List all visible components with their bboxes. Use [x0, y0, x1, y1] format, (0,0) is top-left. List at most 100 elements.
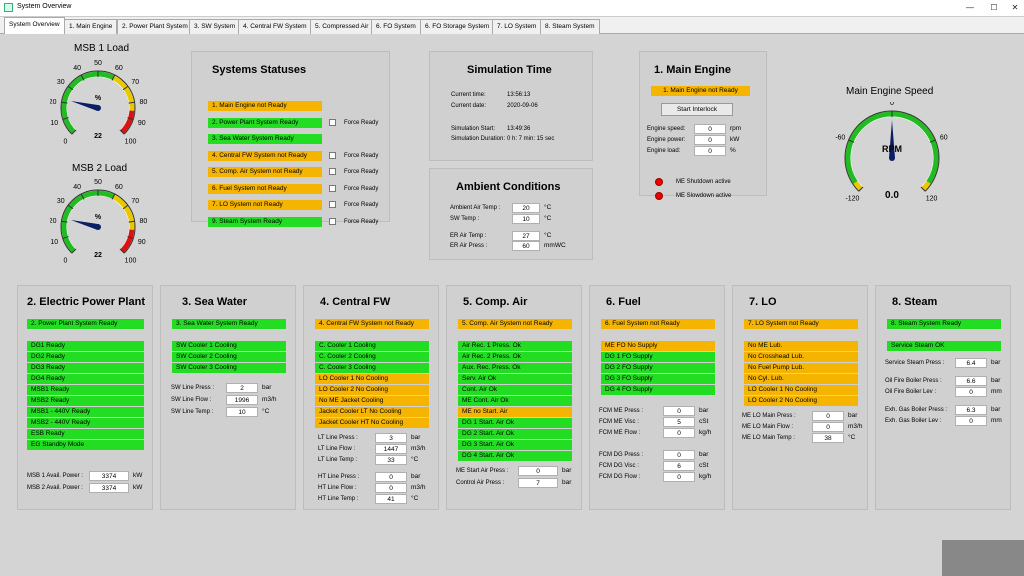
tab-lo-system[interactable]: 7. LO System — [492, 19, 542, 34]
gauge-value: 22 — [94, 252, 102, 259]
lo-main-row-value: 0 — [812, 422, 844, 432]
tab-system-overview[interactable]: System Overview — [4, 17, 65, 34]
ambient-row-value: 60 — [512, 241, 540, 251]
status-item: 4. Central FW System not Ready — [208, 150, 322, 161]
fuel-panel: 6. Fuel 6. Fuel System not Ready ME FO No… — [589, 285, 725, 510]
ambient-row-label: Ambient Air Temp : — [450, 205, 501, 211]
tab-sw-system[interactable]: 3. SW System — [189, 19, 241, 34]
ht-line-row-value: 41 — [375, 494, 407, 504]
gauge-tick-label: 30 — [57, 198, 65, 205]
power-plant-item: DG1 Ready — [27, 341, 144, 351]
tab-fo-system[interactable]: 6. FO System — [371, 19, 421, 34]
engine-row-value: 0 — [694, 124, 726, 134]
ht-line-row-label: HT Line Press : — [318, 474, 360, 480]
force-ready-label: Force Ready — [344, 202, 379, 208]
me-speed-title: Main Engine Speed — [846, 86, 934, 97]
status-item: 5. Comp. Air System not Ready — [208, 167, 322, 177]
power-plant-item: EG Standby Mode — [27, 440, 144, 450]
fuel-item: DG 3 FO Supply — [601, 374, 715, 384]
simulation-start-label: Simulation Start: — [451, 126, 496, 132]
fcm-me-row-unit: bar — [699, 407, 709, 414]
tab-compressed-air[interactable]: 5. Compressed Air — [310, 19, 374, 34]
minimize-button[interactable]: — — [962, 1, 978, 15]
gauge-tick-label: 120 — [926, 196, 938, 203]
me-speed-gauge: -120 -60 0 60 120 RPM 0.0 — [835, 102, 948, 203]
service-steam-row-label: Service Steam Press : — [885, 360, 945, 366]
gauge-unit: RPM — [882, 144, 902, 154]
fcm-me-row-value: 5 — [663, 417, 695, 427]
corner-overlay — [942, 540, 1024, 576]
ambient-row-unit: mmWC — [544, 242, 566, 249]
gauge-tick-label: 40 — [73, 65, 81, 72]
force-ready-checkbox[interactable] — [329, 118, 336, 126]
force-ready-checkbox[interactable] — [329, 217, 336, 225]
ambient-row-value: 20 — [512, 203, 540, 213]
force-ready-checkbox[interactable] — [329, 184, 336, 192]
tab-bar: System Overview 1. Main Engine 2. Power … — [0, 17, 1024, 34]
central-fw-panel: 4. Central FW 4. Central FW System not R… — [303, 285, 439, 510]
force-ready-checkbox[interactable] — [329, 151, 336, 159]
engine-row-unit: rpm — [730, 125, 742, 132]
tab-steam-system[interactable]: 8. Steam System — [540, 19, 600, 34]
lo-item: LO Cooler 2 No Cooling — [744, 396, 858, 406]
steam-title: 8. Steam — [892, 296, 938, 308]
comp-air-item: Aux. Rec. Press. Ok — [458, 363, 572, 373]
ht-line-row-label: HT Line Temp : — [318, 496, 359, 502]
gauge-tick-label: 40 — [73, 184, 81, 191]
comp-air-item: DG 3 Start. Air Ok — [458, 440, 572, 450]
start-interlock-button[interactable]: Start Interlock — [661, 103, 733, 116]
gauge-outline — [60, 70, 136, 135]
comp-air-item: DG 1 Start. Air Ok — [458, 418, 572, 428]
gauge-band — [120, 229, 135, 253]
current-date-value: 2020-09-06 — [507, 103, 538, 109]
lo-item: No Cyl. Lub. — [744, 374, 858, 384]
msb1-load-gauge: 0 10 20 30 40 50 60 70 80 90 100% 22 — [50, 60, 147, 146]
tab-central-fw[interactable]: 4. Central FW System — [238, 19, 312, 34]
engine-row-value: 0 — [694, 135, 726, 145]
gauge-tick-label: 60 — [115, 184, 123, 191]
close-button[interactable]: ✕ — [1007, 1, 1023, 15]
fcm-dg-row-value: 0 — [663, 472, 695, 482]
oil-fire-boiler-row-label: Oil Fire Boiler Press : — [885, 378, 942, 384]
lt-line-row-unit: m3/h — [411, 445, 426, 452]
lt-line-row-value: 3 — [375, 433, 407, 443]
tab-power-plant[interactable]: 2. Power Plant System — [117, 19, 193, 34]
ht-line-row-unit: °C — [411, 495, 419, 502]
fcm-dg-row-value: 0 — [663, 450, 695, 460]
maximize-button[interactable]: ☐ — [986, 1, 1002, 15]
engine-row-label: Engine load: — [647, 148, 681, 154]
lt-line-row-unit: °C — [411, 456, 419, 463]
tab-fo-storage[interactable]: 6. FO Storage System — [420, 19, 495, 34]
gauge-tick-label: 90 — [138, 239, 146, 246]
ambient-row-unit: °C — [544, 232, 552, 239]
msb2-title: MSB 2 Load — [72, 163, 128, 174]
ambient-row-value: 10 — [512, 214, 540, 224]
lt-line-row-label: LT Line Flow : — [318, 446, 356, 452]
fuel-item: DG 2 FO Supply — [601, 363, 715, 373]
ambient-conditions-panel: Ambient Conditions Ambient Air Temp : 20 °… — [429, 168, 593, 260]
tab-main-engine[interactable]: 1. Main Engine — [64, 19, 118, 34]
sea-water-row-value: 2 — [226, 383, 258, 393]
fcm-me-row-label: FCM ME Visc : — [599, 419, 639, 425]
gauge-tick-label: 20 — [50, 99, 57, 106]
gauge-tick-label: 90 — [138, 120, 146, 127]
oil-fire-boiler-row-value: 0 — [955, 387, 987, 397]
oil-fire-boiler-row-unit: bar — [991, 377, 1001, 384]
force-ready-checkbox[interactable] — [329, 168, 336, 175]
comp-air-item: Serv. Air Ok — [458, 374, 572, 384]
central-fw-status: 4. Central FW System not Ready — [315, 319, 429, 329]
power-plant-item: DG2 Ready — [27, 352, 144, 362]
main-engine-status: 1. Main Engine not Ready — [651, 86, 750, 96]
fcm-dg-row-unit: kg/h — [699, 473, 712, 480]
systems-statuses-title: Systems Statuses — [212, 64, 307, 76]
force-ready-checkbox[interactable] — [329, 201, 336, 208]
simulation-time-panel: Simulation Time Current time: 13:56:13 C… — [429, 51, 593, 161]
window-title: System Overview — [17, 3, 72, 10]
sea-water-item: SW Cooler 3 Cooling — [172, 363, 286, 373]
central-fw-item: Jacket Cooler HT No Cooling — [315, 418, 429, 428]
comp-air-title: 5. Comp. Air — [463, 296, 528, 308]
lt-line-row-label: LT Line Temp : — [318, 457, 358, 463]
msb-power-row-unit: kW — [133, 472, 143, 479]
fcm-dg-row-value: 6 — [663, 461, 695, 471]
me-slowdown-led — [655, 192, 663, 200]
